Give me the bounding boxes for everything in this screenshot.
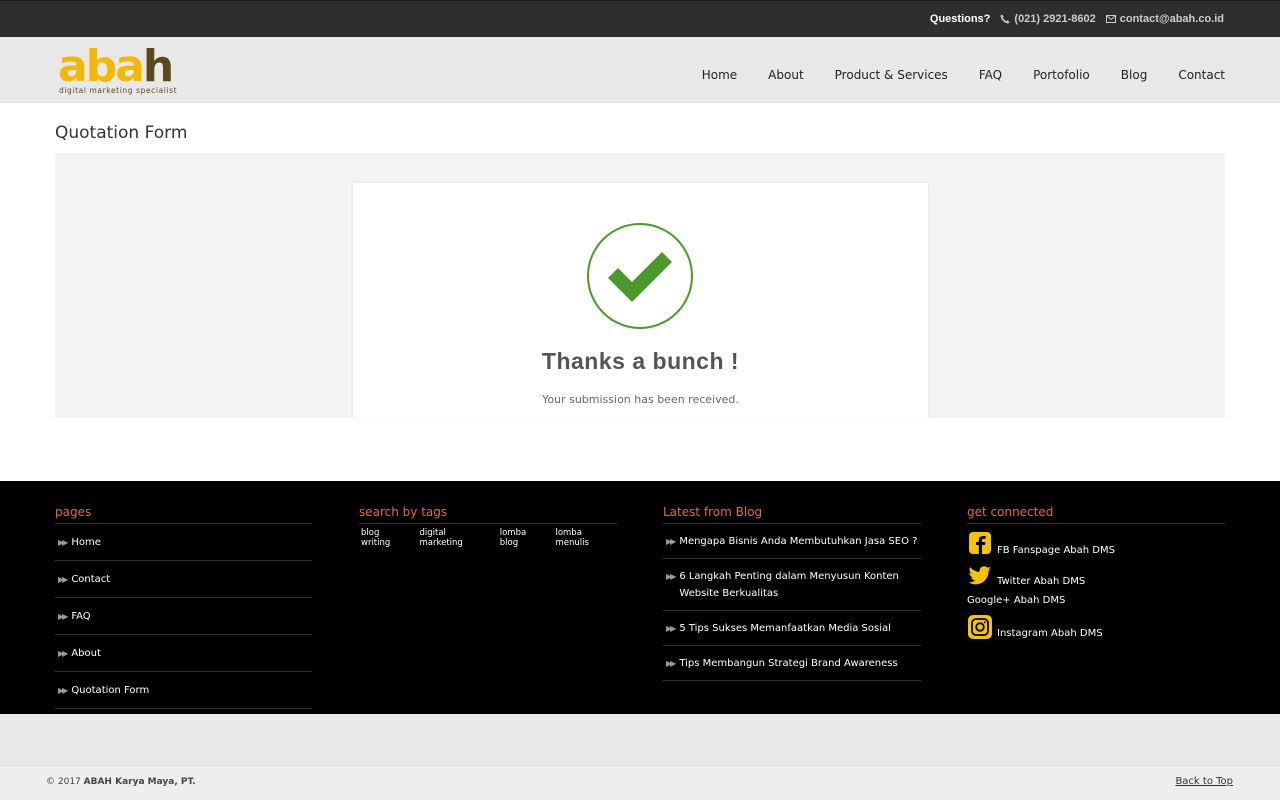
- double-arrow-icon: ▶▶: [58, 538, 68, 547]
- twitter-link[interactable]: Twitter Abah DMS: [967, 563, 1225, 587]
- site-header: abah digital marketing specialist Home A…: [0, 37, 1280, 103]
- top-bar: Questions? (021) 2921-8602 contact@abah.…: [0, 0, 1280, 37]
- blog-list: ▶▶ Mengapa Bisnis Anda Membutuhkan Jasa S…: [663, 524, 921, 681]
- tag-blog-writing[interactable]: blog writing: [361, 528, 411, 548]
- double-arrow-icon: ▶▶: [58, 686, 68, 695]
- double-arrow-icon: ▶▶: [666, 572, 676, 581]
- site-footer: pages ▶▶ Home ▶▶ Contact ▶▶ FAQ ▶▶ About ▶▶ Q…: [0, 481, 1280, 714]
- copyright-bar: © 2017 ABAH Karya Maya, PT. Back to Top: [0, 765, 1280, 800]
- tag-lomba-blog[interactable]: lomba blog: [500, 528, 547, 548]
- social-links: FB Fanspage Abah DMS Twitter Abah DMS Go…: [967, 524, 1225, 639]
- nav-contact[interactable]: Contact: [1178, 68, 1225, 82]
- footer-link-faq[interactable]: ▶▶ FAQ: [55, 598, 312, 635]
- blog-post-link[interactable]: ▶▶ Mengapa Bisnis Anda Membutuhkan Jasa S…: [663, 524, 921, 559]
- footer-blog: Latest from Blog ▶▶ Mengapa Bisnis Anda M…: [663, 505, 921, 681]
- footer-tags: search by tags blog writing digital mark…: [359, 505, 617, 548]
- copyright-text: © 2017 ABAH Karya Maya, PT.: [46, 777, 196, 787]
- blog-post-link[interactable]: ▶▶ 6 Langkah Penting dalam Menyusun Konte…: [663, 559, 921, 611]
- confirmation-card: Thanks a bunch ! Your submission has bee…: [353, 183, 928, 418]
- nav-faq[interactable]: FAQ: [979, 68, 1002, 82]
- questions-label: Questions?: [929, 13, 991, 25]
- instagram-link[interactable]: Instagram Abah DMS: [967, 615, 1225, 639]
- abah-logo[interactable]: abah digital marketing specialist: [58, 41, 178, 97]
- facebook-icon: [969, 532, 991, 554]
- double-arrow-icon: ▶▶: [666, 659, 676, 668]
- phone-icon: [1000, 14, 1010, 24]
- footer-pages: pages ▶▶ Home ▶▶ Contact ▶▶ FAQ ▶▶ About ▶▶ Q…: [55, 505, 312, 709]
- main-nav: Home About Product & Services FAQ Portof…: [702, 68, 1225, 82]
- company-name: ABAH Karya Maya, PT.: [83, 777, 196, 787]
- nav-about[interactable]: About: [768, 68, 803, 82]
- tag-lomba-menulis[interactable]: lomba menulis: [555, 528, 617, 548]
- footer-link-about[interactable]: ▶▶ About: [55, 635, 312, 672]
- nav-blog[interactable]: Blog: [1121, 68, 1148, 82]
- confirmation-message: Your submission has been received.: [542, 393, 739, 406]
- footer-pages-heading: pages: [55, 505, 312, 524]
- blog-post-link[interactable]: ▶▶ 5 Tips Sukses Memanfaatkan Media Sosia…: [663, 611, 921, 646]
- double-arrow-icon: ▶▶: [58, 575, 68, 584]
- phone-link[interactable]: (021) 2921-8602: [1000, 13, 1096, 25]
- double-arrow-icon: ▶▶: [58, 612, 68, 621]
- double-arrow-icon: ▶▶: [58, 649, 68, 658]
- footer-link-contact[interactable]: ▶▶ Contact: [55, 561, 312, 598]
- back-to-top-link[interactable]: Back to Top: [1175, 776, 1233, 787]
- footer-tags-heading: search by tags: [359, 505, 617, 524]
- confirmation-title: Thanks a bunch !: [541, 348, 740, 374]
- double-arrow-icon: ▶▶: [666, 537, 676, 546]
- footer-spacer: [0, 714, 1280, 765]
- contact-info: Questions? (021) 2921-8602 contact@abah.…: [930, 13, 1224, 25]
- tag-digital-marketing[interactable]: digital marketing: [420, 528, 491, 548]
- googleplus-link[interactable]: Google+ Abah DMS: [967, 594, 1225, 606]
- footer-link-home[interactable]: ▶▶ Home: [55, 524, 312, 561]
- envelope-icon: [1105, 15, 1116, 23]
- nav-product-services[interactable]: Product & Services: [835, 68, 948, 82]
- phone-number: (021) 2921-8602: [1014, 13, 1096, 25]
- blog-post-link[interactable]: ▶▶ Tips Membangun Strategi Brand Awarenes…: [663, 646, 921, 681]
- footer-social: get connected FB Fanspage Abah DMS Twitt…: [967, 505, 1225, 646]
- tag-cloud: blog writing digital marketing lomba blo…: [359, 524, 617, 548]
- footer-social-heading: get connected: [967, 505, 1225, 524]
- footer-link-quotation-form[interactable]: ▶▶ Quotation Form: [55, 672, 312, 709]
- logo-tagline: digital marketing specialist: [59, 86, 178, 95]
- email-link[interactable]: contact@abah.co.id: [1105, 13, 1224, 25]
- facebook-link[interactable]: FB Fanspage Abah DMS: [967, 532, 1225, 556]
- nav-portofolio[interactable]: Portofolio: [1033, 68, 1090, 82]
- nav-home[interactable]: Home: [702, 68, 737, 82]
- twitter-icon: [968, 566, 991, 585]
- email-address: contact@abah.co.id: [1119, 13, 1224, 25]
- success-check-icon: [587, 223, 693, 329]
- footer-blog-heading: Latest from Blog: [663, 505, 921, 524]
- double-arrow-icon: ▶▶: [666, 624, 676, 633]
- instagram-icon: [968, 615, 992, 639]
- page-title: Quotation Form: [55, 123, 188, 143]
- footer-pages-list: ▶▶ Home ▶▶ Contact ▶▶ FAQ ▶▶ About ▶▶ Quotati…: [55, 524, 312, 709]
